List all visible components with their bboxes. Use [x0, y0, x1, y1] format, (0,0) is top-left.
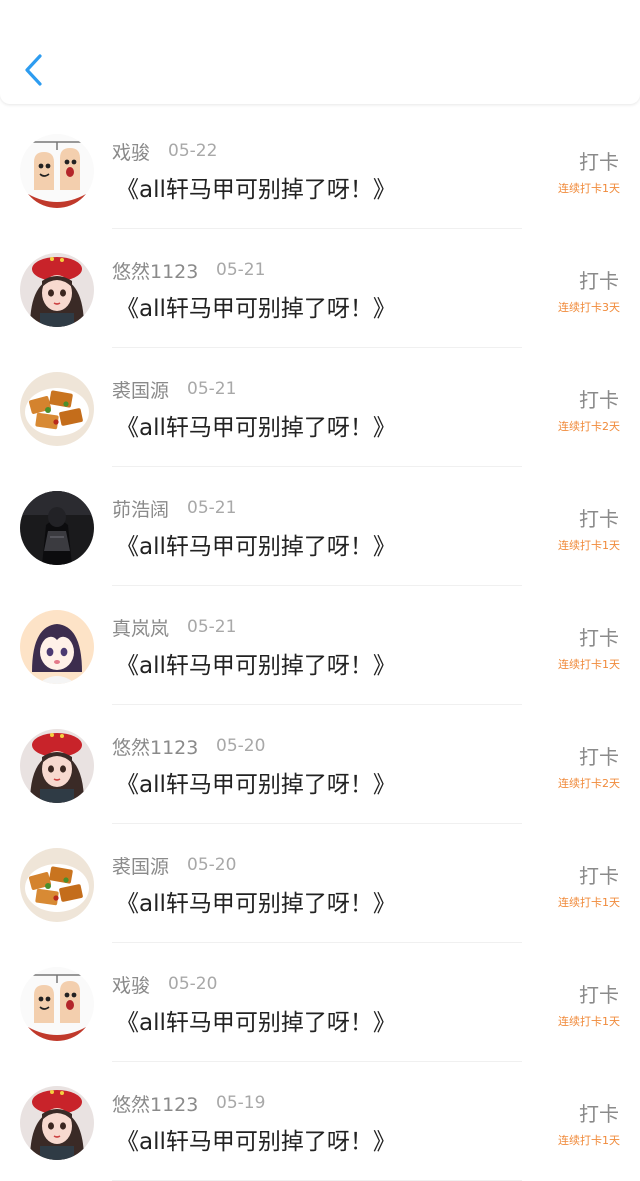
book-title[interactable]: 《all轩马甲可别掉了呀！》 — [116, 527, 396, 561]
user-name[interactable]: 戏骏 — [112, 138, 150, 165]
user-name[interactable]: 悠然1123 — [112, 733, 198, 760]
book-title[interactable]: 《all轩马甲可别掉了呀！》 — [116, 1003, 396, 1037]
avatar[interactable] — [20, 1086, 94, 1160]
book-title[interactable]: 《all轩马甲可别掉了呀！》 — [116, 170, 396, 204]
streak-badge: 连续打卡1天 — [558, 182, 620, 195]
streak-badge: 连续打卡1天 — [558, 1015, 620, 1028]
streak-badge: 连续打卡1天 — [558, 539, 620, 552]
list-item[interactable]: 真岚岚 05-21 《all轩马甲可别掉了呀！》 打卡 连续打卡1天 — [0, 586, 640, 705]
book-title[interactable]: 《all轩马甲可别掉了呀！》 — [116, 765, 396, 799]
avatar[interactable] — [20, 610, 94, 684]
checkin-label: 打卡 — [579, 507, 619, 531]
user-name[interactable]: 悠然1123 — [112, 257, 198, 284]
checkin-label: 打卡 — [579, 626, 619, 650]
checkin-label: 打卡 — [579, 150, 619, 174]
post-date: 05-21 — [216, 260, 266, 280]
book-title[interactable]: 《all轩马甲可别掉了呀！》 — [116, 646, 396, 680]
post-date: 05-20 — [187, 855, 237, 875]
checkin-label: 打卡 — [579, 983, 619, 1007]
list-item[interactable]: 茆浩阔 05-21 《all轩马甲可别掉了呀！》 打卡 连续打卡1天 — [0, 467, 640, 586]
user-name[interactable]: 茆浩阔 — [112, 495, 169, 522]
streak-badge: 连续打卡3天 — [558, 301, 620, 314]
list-item[interactable]: 裘国源 05-20 《all轩马甲可别掉了呀！》 打卡 连续打卡1天 — [0, 824, 640, 943]
checkin-list: 戏骏 05-22 《all轩马甲可别掉了呀！》 打卡 连续打卡1天 悠然1123… — [0, 110, 640, 1181]
list-item[interactable]: 悠然1123 05-19 《all轩马甲可别掉了呀！》 打卡 连续打卡1天 — [0, 1062, 640, 1181]
book-title[interactable]: 《all轩马甲可别掉了呀！》 — [116, 408, 396, 442]
top-nav-bar — [0, 0, 640, 104]
avatar[interactable] — [20, 253, 94, 327]
list-item[interactable]: 戏骏 05-20 《all轩马甲可别掉了呀！》 打卡 连续打卡1天 — [0, 943, 640, 1062]
streak-badge: 连续打卡1天 — [558, 1134, 620, 1147]
avatar[interactable] — [20, 491, 94, 565]
user-name[interactable]: 真岚岚 — [112, 614, 169, 641]
avatar[interactable] — [20, 134, 94, 208]
avatar[interactable] — [20, 848, 94, 922]
streak-badge: 连续打卡1天 — [558, 896, 620, 909]
book-title[interactable]: 《all轩马甲可别掉了呀！》 — [116, 884, 396, 918]
checkin-label: 打卡 — [579, 745, 619, 769]
streak-badge: 连续打卡1天 — [558, 658, 620, 671]
user-name[interactable]: 裘国源 — [112, 852, 169, 879]
avatar[interactable] — [20, 372, 94, 446]
post-date: 05-19 — [216, 1093, 266, 1113]
chevron-left-icon — [25, 54, 42, 86]
checkin-label: 打卡 — [579, 864, 619, 888]
checkin-label: 打卡 — [579, 269, 619, 293]
user-name[interactable]: 悠然1123 — [112, 1090, 198, 1117]
post-date: 05-21 — [187, 617, 237, 637]
avatar[interactable] — [20, 967, 94, 1041]
back-button[interactable] — [16, 48, 52, 92]
user-name[interactable]: 戏骏 — [112, 971, 150, 998]
post-date: 05-21 — [187, 379, 237, 399]
list-item[interactable]: 裘国源 05-21 《all轩马甲可别掉了呀！》 打卡 连续打卡2天 — [0, 348, 640, 467]
post-date: 05-20 — [168, 974, 218, 994]
checkin-label: 打卡 — [579, 388, 619, 412]
list-item[interactable]: 悠然1123 05-21 《all轩马甲可别掉了呀！》 打卡 连续打卡3天 — [0, 229, 640, 348]
post-date: 05-22 — [168, 141, 218, 161]
post-date: 05-20 — [216, 736, 266, 756]
list-item[interactable]: 悠然1123 05-20 《all轩马甲可别掉了呀！》 打卡 连续打卡2天 — [0, 705, 640, 824]
list-item[interactable]: 戏骏 05-22 《all轩马甲可别掉了呀！》 打卡 连续打卡1天 — [0, 110, 640, 229]
user-name[interactable]: 裘国源 — [112, 376, 169, 403]
streak-badge: 连续打卡2天 — [558, 777, 620, 790]
post-date: 05-21 — [187, 498, 237, 518]
book-title[interactable]: 《all轩马甲可别掉了呀！》 — [116, 289, 396, 323]
checkin-label: 打卡 — [579, 1102, 619, 1126]
streak-badge: 连续打卡2天 — [558, 420, 620, 433]
book-title[interactable]: 《all轩马甲可别掉了呀！》 — [116, 1122, 396, 1156]
avatar[interactable] — [20, 729, 94, 803]
